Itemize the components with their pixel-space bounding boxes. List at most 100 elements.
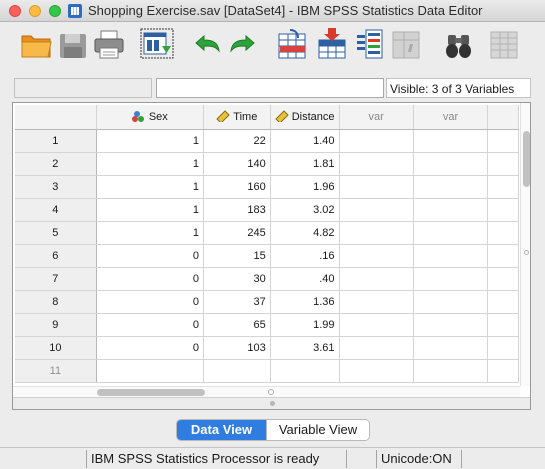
row-number[interactable]: 9 <box>15 313 97 337</box>
data-cell[interactable] <box>339 152 414 176</box>
data-cell[interactable] <box>339 244 414 268</box>
save-document-button[interactable] <box>56 26 90 62</box>
open-data-document-button[interactable] <box>20 26 54 62</box>
data-cell[interactable]: 1.81 <box>270 152 340 176</box>
horizontal-scrollbar[interactable] <box>13 386 520 397</box>
data-cell[interactable]: 0 <box>96 244 204 268</box>
data-cell[interactable]: 1.40 <box>270 129 340 153</box>
data-cell[interactable]: 37 <box>203 290 271 314</box>
row-number[interactable]: 7 <box>15 267 97 291</box>
data-cell[interactable]: 1 <box>96 221 204 245</box>
data-cell[interactable] <box>413 267 489 291</box>
recall-dialog-button[interactable] <box>140 26 174 62</box>
data-cell[interactable]: 140 <box>203 152 271 176</box>
data-cell[interactable]: 103 <box>203 336 271 360</box>
vertical-split-handle[interactable] <box>524 250 529 255</box>
column-header-time[interactable]: Time <box>203 105 271 130</box>
grid-corner[interactable] <box>15 105 97 130</box>
data-cell[interactable]: 0 <box>96 290 204 314</box>
row-number[interactable]: 8 <box>15 290 97 314</box>
data-cell[interactable]: 15 <box>203 244 271 268</box>
horizontal-scroll-thumb[interactable] <box>97 389 205 396</box>
row-number[interactable]: 10 <box>15 336 97 360</box>
row-number[interactable]: 1 <box>15 129 97 153</box>
data-cell[interactable] <box>413 152 489 176</box>
data-cell[interactable]: 1 <box>96 129 204 153</box>
data-cell[interactable]: 1 <box>96 198 204 222</box>
data-cell[interactable]: 3.02 <box>270 198 340 222</box>
data-cell[interactable]: 0 <box>96 336 204 360</box>
data-cell[interactable]: .40 <box>270 267 340 291</box>
data-cell[interactable]: 160 <box>203 175 271 199</box>
horizontal-split-handle[interactable] <box>268 389 274 395</box>
data-cell[interactable] <box>413 290 489 314</box>
data-cell[interactable]: .16 <box>270 244 340 268</box>
column-header-distance[interactable]: Distance <box>270 105 340 130</box>
row-number[interactable]: 4 <box>15 198 97 222</box>
data-cell[interactable]: 245 <box>203 221 271 245</box>
column-header-sex[interactable]: Sex <box>96 105 204 130</box>
row-number[interactable]: 11 <box>15 359 97 383</box>
status-divider <box>346 450 347 468</box>
data-cell[interactable]: 65 <box>203 313 271 337</box>
insert-cases-button[interactable] <box>488 26 522 62</box>
print-button[interactable] <box>92 26 126 62</box>
data-cell[interactable] <box>413 129 489 153</box>
row-number[interactable]: 5 <box>15 221 97 245</box>
data-cell[interactable] <box>96 359 204 383</box>
data-cell[interactable] <box>339 290 414 314</box>
data-cell[interactable] <box>339 175 414 199</box>
spss-data-editor-window: Shopping Exercise.sav [DataSet4] - IBM S… <box>0 0 545 469</box>
data-cell[interactable]: 1.99 <box>270 313 340 337</box>
vertical-scrollbar[interactable] <box>520 103 530 386</box>
row-number[interactable]: 6 <box>15 244 97 268</box>
data-cell[interactable]: 3.61 <box>270 336 340 360</box>
data-cell[interactable] <box>413 313 489 337</box>
minimize-window-button[interactable] <box>29 5 41 17</box>
data-cell[interactable] <box>339 129 414 153</box>
data-cell[interactable]: 0 <box>96 267 204 291</box>
undo-button[interactable] <box>190 26 224 62</box>
data-cell[interactable] <box>413 336 489 360</box>
data-cell[interactable] <box>413 221 489 245</box>
data-cell[interactable]: 4.82 <box>270 221 340 245</box>
data-cell[interactable] <box>339 198 414 222</box>
tab-data-view[interactable]: Data View <box>177 420 266 440</box>
redo-button[interactable] <box>226 26 260 62</box>
data-cell[interactable]: 30 <box>203 267 271 291</box>
data-cell[interactable]: 1 <box>96 152 204 176</box>
data-cell[interactable]: 183 <box>203 198 271 222</box>
variables-button[interactable] <box>354 26 388 62</box>
find-button[interactable] <box>442 26 476 62</box>
column-header-var-4[interactable]: var <box>413 105 489 130</box>
data-cell[interactable]: 22 <box>203 129 271 153</box>
data-cell[interactable] <box>339 336 414 360</box>
data-cell[interactable] <box>413 198 489 222</box>
go-to-variable-icon <box>318 28 346 59</box>
data-cell[interactable] <box>413 244 489 268</box>
data-cell[interactable] <box>413 359 489 383</box>
data-cell[interactable] <box>203 359 271 383</box>
data-cell[interactable]: 1 <box>96 175 204 199</box>
data-cell[interactable] <box>339 313 414 337</box>
go-to-variable-button[interactable] <box>316 26 350 62</box>
row-number[interactable]: 3 <box>15 175 97 199</box>
resize-handle[interactable] <box>270 401 275 406</box>
data-cell[interactable] <box>339 267 414 291</box>
close-window-button[interactable] <box>9 5 21 17</box>
data-cell[interactable] <box>270 359 340 383</box>
data-cell[interactable] <box>413 175 489 199</box>
run-descriptive-statistics-button[interactable] <box>390 26 424 62</box>
go-to-case-button[interactable] <box>276 26 310 62</box>
data-cell[interactable] <box>339 221 414 245</box>
data-cell[interactable] <box>339 359 414 383</box>
cell-value-editor[interactable] <box>156 78 384 98</box>
tab-variable-view[interactable]: Variable View <box>266 420 369 440</box>
data-cell[interactable]: 1.36 <box>270 290 340 314</box>
row-number[interactable]: 2 <box>15 152 97 176</box>
column-header-var-3[interactable]: var <box>339 105 414 130</box>
vertical-scroll-thumb[interactable] <box>523 131 530 187</box>
data-cell[interactable]: 0 <box>96 313 204 337</box>
zoom-window-button[interactable] <box>49 5 61 17</box>
data-cell[interactable]: 1.96 <box>270 175 340 199</box>
